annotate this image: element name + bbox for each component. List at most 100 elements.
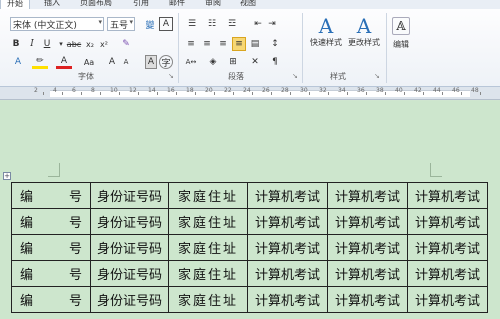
highlight-color-icon[interactable]: ✏ [32,55,48,69]
tab-review[interactable]: 审阅 [205,0,221,8]
document-page[interactable]: + 编号身份证号码 家庭住址 计算机考试 计算机考试 计算机考试编号身份证号码 家庭住址计… [0,101,500,319]
grow-font-icon[interactable]: A [106,55,118,69]
change-styles-button[interactable]: A 更改样式 [346,15,382,48]
table-cell-id[interactable]: 编号 [11,286,91,313]
text-effect-icon[interactable]: A [10,55,26,69]
tab-view[interactable]: 视图 [240,0,256,8]
change-case-icon[interactable]: Aa [80,55,98,69]
table-cell[interactable]: 计算机考试 [407,234,488,261]
ruler-number: 30 [300,87,308,94]
table-cell[interactable]: 家庭住址 [168,208,248,235]
ruler-tick [195,92,196,95]
ruler-tick [100,92,101,95]
ruler-number: 40 [395,87,403,94]
clear-format-icon[interactable]: ✎ [118,37,134,51]
table-cell[interactable]: 家庭住址 [168,182,248,209]
table-move-handle-icon[interactable]: + [3,172,11,180]
tab-page-layout[interactable]: 页面布局 [80,0,112,8]
table-cell[interactable]: 家庭住址 [168,260,248,287]
quick-styles-icon: A [318,14,334,38]
table-cell[interactable]: 计算机考试 [247,234,328,261]
table-cell-id[interactable]: 编号 [11,208,91,235]
ruler-tick [404,92,405,95]
table-cell[interactable]: 计算机考试 [327,208,408,235]
table-cell[interactable]: 计算机考试 [407,286,488,313]
table-cell[interactable]: 家庭住址 [168,234,248,261]
ruler-number: 4 [53,87,57,94]
font-name-select[interactable]: 宋体 (中文正文) ▾ [10,17,104,31]
ruler-tick [290,92,291,95]
distributed-icon[interactable]: ▤ [248,37,262,51]
shrink-font-icon[interactable]: A [120,55,132,69]
table-cell-id[interactable]: 编号 [11,234,91,261]
table-cell[interactable]: 计算机考试 [247,260,328,287]
table-cell[interactable]: 身份证号码 [90,260,169,287]
char-shading-icon[interactable]: A [145,55,157,69]
quick-styles-button[interactable]: A 快速样式 [308,15,344,48]
ruler-tick [423,92,424,95]
table-cell[interactable]: 身份证号码 [90,234,169,261]
bullets-icon[interactable]: ☰ [184,17,200,31]
phonetic-guide-icon[interactable]: 變 [143,17,157,31]
chevron-down-icon[interactable]: ▾ [57,37,65,51]
table-cell[interactable]: 计算机考试 [407,182,488,209]
editing-button[interactable]: 𝔸 编辑 [390,15,412,50]
bold-button[interactable]: B [10,37,22,51]
text-direction-icon[interactable]: A↔ [184,55,198,69]
ruler-number: 6 [72,87,76,94]
table-cell[interactable]: 计算机考试 [407,208,488,235]
show-marks-icon[interactable]: ¶ [268,55,282,69]
table-cell[interactable]: 身份证号码 [90,286,169,313]
ruler-tick [43,92,44,95]
font-size-value: 五号 [110,20,129,31]
paragraph-group-label: 段落 [228,72,244,81]
tab-mailings[interactable]: 邮件 [169,0,185,8]
ruler-number: 26 [262,87,270,94]
justify-icon[interactable]: ≡ [232,37,246,51]
subscript-button[interactable]: x₂ [84,37,96,51]
dialog-launcher-icon[interactable]: ↘ [168,72,174,80]
table-cell[interactable]: 计算机考试 [247,286,328,313]
align-left-icon[interactable]: ≡ [184,37,198,51]
decrease-indent-icon[interactable]: ⇤ [252,17,264,31]
font-color-icon[interactable]: A [56,55,72,69]
ruler-number: 38 [376,87,384,94]
ruler-tick [480,92,481,95]
horizontal-ruler[interactable]: 2 4 6 8 10 12 14 16 18 20 22 24 26 28 30 32 34 36 38 40 42 44… [0,87,500,100]
table-cell[interactable]: 身份证号码 [90,208,169,235]
char-border-icon[interactable]: A [159,17,173,31]
italic-button[interactable]: I [26,37,38,51]
ribbon-tabs: 开始 插入 页面布局 引用 邮件 审阅 视图 [0,0,500,9]
underline-button[interactable]: U [41,37,53,51]
table-cell[interactable]: 计算机考试 [327,286,408,313]
increase-indent-icon[interactable]: ⇥ [266,17,278,31]
sort-icon[interactable]: ✕ [248,55,262,69]
line-spacing-icon[interactable]: ↕ [268,37,282,51]
tab-insert[interactable]: 插入 [44,0,60,8]
table-cell[interactable]: 计算机考试 [327,234,408,261]
tab-home[interactable]: 开始 [0,0,30,9]
ruler-number: 48 [471,87,479,94]
align-center-icon[interactable]: ≡ [200,37,214,51]
table-cell[interactable]: 计算机考试 [247,182,328,209]
superscript-button[interactable]: x² [98,37,110,51]
table-cell-id[interactable]: 编号 [11,182,91,209]
numbering-icon[interactable]: ☷ [204,17,220,31]
table-cell[interactable]: 计算机考试 [407,260,488,287]
shading-icon[interactable]: ◈ [206,55,220,69]
font-size-select[interactable]: 五号 ▾ [107,17,135,31]
table-cell-id[interactable]: 编号 [11,260,91,287]
table-cell[interactable]: 身份证号码 [90,182,169,209]
strikethrough-button[interactable]: abc [66,37,82,51]
table-cell[interactable]: 计算机考试 [327,182,408,209]
dialog-launcher-icon[interactable]: ↘ [374,72,380,80]
align-right-icon[interactable]: ≡ [216,37,230,51]
tab-references[interactable]: 引用 [133,0,149,8]
borders-icon[interactable]: ⊞ [226,55,240,69]
multilevel-list-icon[interactable]: ☲ [224,17,240,31]
table-cell[interactable]: 计算机考试 [247,208,328,235]
dialog-launcher-icon[interactable]: ↘ [292,72,298,80]
table-cell[interactable]: 计算机考试 [327,260,408,287]
table-cell[interactable]: 家庭住址 [168,286,248,313]
enclose-char-icon[interactable]: 字 [159,55,173,69]
